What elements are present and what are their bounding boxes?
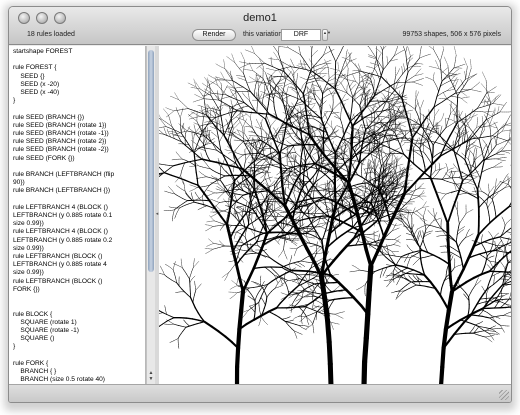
scroll-down-arrow-icon[interactable]: ▼ [148, 376, 154, 382]
render-button[interactable]: Render [192, 29, 236, 41]
bottom-bar [9, 384, 511, 402]
resize-grip-icon[interactable] [499, 390, 509, 400]
scroll-thumb[interactable] [148, 50, 154, 272]
rules-loaded-status: 18 rules loaded [27, 31, 75, 38]
editor-scrollbar[interactable]: ▲ ▼ [146, 46, 155, 384]
app-window: demo1 18 rules loaded Render this variat… [8, 6, 512, 403]
title-bar[interactable]: demo1 18 rules loaded Render this variat… [9, 7, 511, 45]
shape-count-status: 99753 shapes, 506 x 576 pixels [402, 31, 501, 38]
variation-label: this variation: [243, 31, 285, 38]
editor-text[interactable]: startshape FOREST rule FOREST { SEED {} … [13, 48, 141, 384]
scroll-arrows[interactable]: ▲ ▼ [148, 370, 154, 382]
window-title: demo1 [243, 12, 277, 24]
variation-stepper[interactable]: ▲▼ [322, 29, 331, 41]
tree-branches [159, 46, 511, 384]
variation-input[interactable]: DRF [281, 29, 321, 41]
code-editor[interactable]: startshape FOREST rule FOREST { SEED {} … [9, 46, 146, 384]
tree-illustration [159, 46, 511, 384]
render-canvas [159, 46, 511, 384]
